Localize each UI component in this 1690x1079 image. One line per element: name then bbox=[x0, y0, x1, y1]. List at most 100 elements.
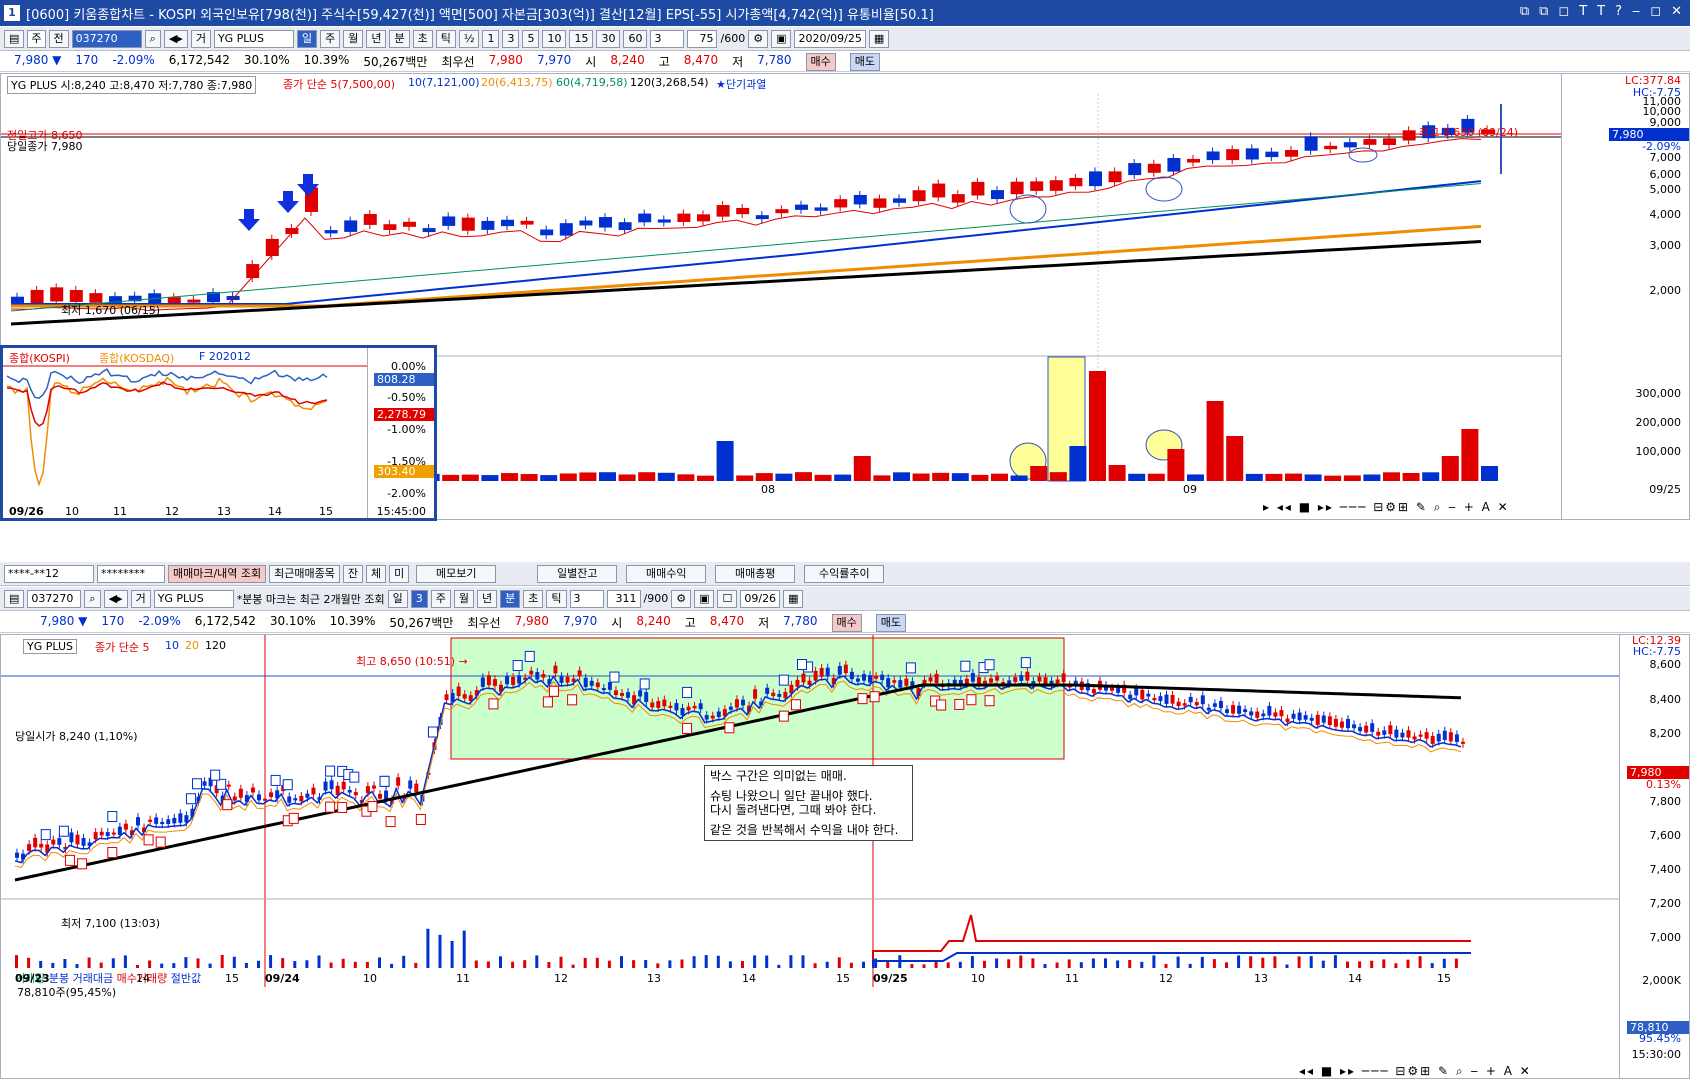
count-input-2[interactable]: 311 bbox=[606, 589, 641, 608]
save-icon[interactable]: ▣ bbox=[694, 589, 715, 608]
minute-nav-icons[interactable]: ◂◂ ■ ▸▸ ─── ⊟⚙⊞ ✎ ⌕ ‒ + A ✕ bbox=[1299, 1064, 1532, 1078]
tick-select[interactable]: 3 bbox=[569, 589, 604, 608]
trade-mark-button[interactable]: 매매마크/내역 조회 bbox=[168, 564, 267, 583]
tab-month[interactable]: 월 bbox=[343, 29, 364, 48]
tab-day[interactable]: 일 bbox=[296, 29, 318, 48]
tile-icon[interactable]: ⧉ bbox=[1520, 4, 1529, 19]
trade-profit-button[interactable]: 매매수익 bbox=[626, 564, 707, 583]
close-icon[interactable]: ✕ bbox=[1671, 4, 1682, 19]
volume-bar bbox=[886, 962, 890, 968]
num-3[interactable]: 3 bbox=[502, 29, 520, 48]
speaker-icon[interactable]: ◀▸ bbox=[103, 589, 128, 608]
tab-week[interactable]: 주 bbox=[320, 29, 341, 48]
chart-type-icon[interactable]: ▤ bbox=[4, 589, 25, 608]
frame-icon[interactable]: ◻ bbox=[1558, 4, 1569, 19]
sell-button[interactable]: 매도 bbox=[849, 52, 881, 71]
search-icon[interactable]: ⌕ bbox=[144, 29, 161, 48]
volume-bar bbox=[341, 958, 345, 968]
daily-balance-button[interactable]: 일별잔고 bbox=[537, 564, 618, 583]
num-10[interactable]: 10 bbox=[542, 29, 567, 48]
tab-week-2[interactable]: 주 bbox=[430, 589, 451, 608]
speaker-icon[interactable]: ◀▸ bbox=[163, 29, 188, 48]
tab-minute[interactable]: 분 bbox=[389, 29, 410, 48]
candle bbox=[577, 670, 582, 677]
tab-month-2[interactable]: 월 bbox=[453, 589, 474, 608]
buy-mark bbox=[155, 836, 166, 848]
volume-bar bbox=[123, 955, 127, 968]
num-5[interactable]: 5 bbox=[522, 29, 540, 48]
candle bbox=[1346, 718, 1350, 729]
ratio-button[interactable]: ½ bbox=[458, 29, 480, 48]
tab-tick-2[interactable]: 틱 bbox=[546, 589, 567, 608]
tab-second-2[interactable]: 초 bbox=[523, 589, 544, 608]
password-input[interactable]: ******** bbox=[97, 564, 165, 583]
buy-button[interactable]: 매수 bbox=[831, 613, 862, 632]
low-price: 7,780 bbox=[783, 613, 818, 628]
calendar-icon[interactable]: ▦ bbox=[868, 29, 890, 48]
period-select[interactable]: 주 bbox=[27, 29, 46, 48]
sell-button[interactable]: 매도 bbox=[875, 613, 907, 632]
tab-year[interactable]: 년 bbox=[366, 29, 387, 48]
buy-mark bbox=[488, 698, 499, 710]
volume-bar bbox=[1265, 473, 1283, 481]
tab-second[interactable]: 초 bbox=[412, 29, 433, 48]
num-15[interactable]: 15 bbox=[569, 29, 594, 48]
candle bbox=[529, 670, 534, 675]
volume-bar bbox=[668, 960, 672, 968]
volume-bar bbox=[27, 957, 31, 968]
font-up-icon[interactable]: T bbox=[1579, 4, 1587, 19]
minute-legend-ma5: 종가 단순 5 bbox=[95, 641, 150, 654]
num-30[interactable]: 30 bbox=[596, 29, 621, 48]
code-input-2[interactable]: 037270 bbox=[27, 589, 82, 608]
minimize-icon[interactable]: ‒ bbox=[1632, 4, 1640, 19]
buy-mark bbox=[64, 854, 75, 866]
unfilled-button[interactable]: 미 bbox=[389, 564, 410, 583]
balance-button[interactable]: 잔 bbox=[342, 564, 364, 583]
num-60[interactable]: 60 bbox=[623, 29, 648, 48]
open-price-label: 당일시가 8,240 (1,10%) bbox=[15, 730, 138, 743]
account-input[interactable]: ****-**12 bbox=[4, 564, 94, 583]
filled-button[interactable]: 체 bbox=[366, 564, 387, 583]
candle bbox=[1454, 734, 1459, 742]
date-input-2[interactable]: 09/26 bbox=[740, 589, 781, 608]
trade-summary-button[interactable]: 매매총평 bbox=[715, 564, 796, 583]
tab-tick[interactable]: 틱 bbox=[435, 29, 456, 48]
candle bbox=[874, 675, 879, 679]
maximize-icon[interactable]: ◻ bbox=[1650, 4, 1661, 19]
volume-bar bbox=[1418, 956, 1422, 968]
tools-icon[interactable]: ⚙ bbox=[748, 29, 769, 48]
calendar-icon[interactable]: ▦ bbox=[783, 589, 804, 608]
count-input[interactable]: 75 bbox=[687, 29, 718, 48]
num-select-2[interactable]: 3 bbox=[410, 589, 428, 608]
type-select[interactable]: 전 bbox=[48, 29, 69, 48]
tools-icon[interactable]: ⚙ bbox=[671, 589, 692, 608]
font-down-icon[interactable]: T bbox=[1597, 4, 1605, 19]
candle bbox=[1091, 689, 1096, 694]
candle bbox=[1352, 724, 1357, 729]
date-input[interactable]: 2020/09/25 bbox=[794, 29, 866, 48]
help-icon[interactable]: ? bbox=[1615, 4, 1622, 19]
market-select[interactable]: 거 bbox=[190, 29, 211, 48]
search-icon[interactable]: ⌕ bbox=[84, 589, 101, 608]
return-trend-button[interactable]: 수익률추이 bbox=[804, 564, 885, 583]
code-input[interactable]: 037270 bbox=[71, 29, 142, 48]
tab-year-2[interactable]: 년 bbox=[477, 589, 498, 608]
memo-button[interactable]: 메모보기 bbox=[416, 564, 497, 583]
market-select-2[interactable]: 거 bbox=[130, 589, 151, 608]
save-icon[interactable]: ▣ bbox=[771, 29, 792, 48]
num-1[interactable]: 1 bbox=[482, 29, 500, 48]
recent-stocks-button[interactable]: 최근매매종목 bbox=[269, 564, 340, 583]
volume-bar bbox=[15, 955, 18, 968]
chart-nav-icons[interactable]: ▸ ◂◂ ■ ▸▸ ─── ⊟⚙⊞ ✎ ⌕ ‒ + A ✕ bbox=[1263, 500, 1510, 515]
tab-minute-2[interactable]: 분 bbox=[500, 589, 521, 608]
index-panel[interactable]: 종합(KOSPI) 종합(KOSDAQ) F 202012 0.00% -0.5… bbox=[0, 345, 437, 521]
day-button[interactable]: 일 bbox=[387, 589, 408, 608]
minute-chart[interactable]: YG PLUS 종가 단순 5 10 20 120 최고 8,650 (10:5… bbox=[0, 634, 1690, 1079]
checkbox-icon[interactable]: ☐ bbox=[717, 589, 738, 608]
chart-type-icon[interactable]: ▤ bbox=[4, 29, 25, 48]
buy-button[interactable]: 매수 bbox=[805, 52, 836, 71]
candle bbox=[1324, 145, 1338, 150]
cascade-icon[interactable]: ⧉ bbox=[1539, 4, 1548, 19]
num-select[interactable]: 3 bbox=[650, 29, 685, 48]
candle bbox=[989, 678, 994, 683]
